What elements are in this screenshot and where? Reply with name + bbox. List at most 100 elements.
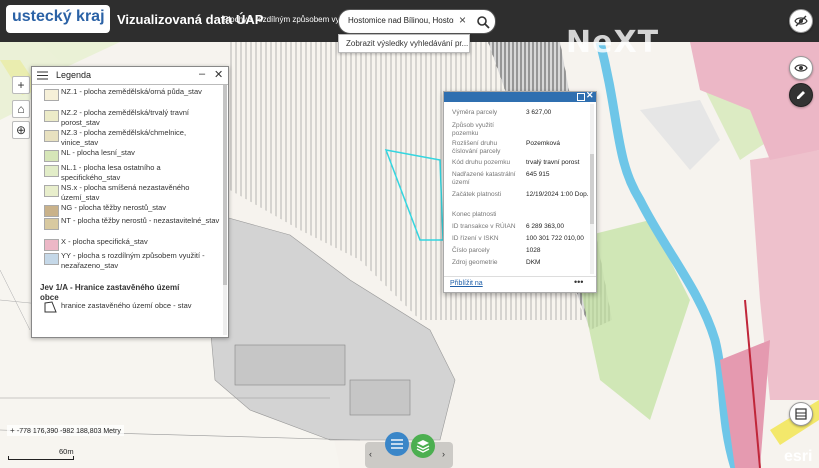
logo[interactable]: ustecký kraj <box>6 5 110 33</box>
layers-toggle-button[interactable] <box>789 56 813 80</box>
esri-logo: esri <box>784 448 813 465</box>
legend-swatch <box>44 253 59 265</box>
popup-key: Způsob využití pozemku <box>452 122 494 137</box>
locate-button[interactable]: ⊕ <box>12 121 30 139</box>
watermark-logo: NeXT <box>566 25 660 60</box>
bottom-toolbar <box>365 442 453 468</box>
scale-label: 60m <box>59 447 74 456</box>
legend-item-label: X - plocha specifická_stav <box>61 237 148 246</box>
popup-value: 3 627,00 <box>526 109 552 116</box>
logo-text: ustecký kraj <box>12 8 105 25</box>
legend-item-label: NG - plocha těžby nerostů_stav <box>61 203 167 212</box>
popup-key: Začátek platnosti <box>452 191 502 198</box>
layer-list-button[interactable] <box>411 434 435 458</box>
eye-icon <box>794 64 808 72</box>
coordinates-text: -778 176,390 -982 188,803 Metry <box>16 428 121 435</box>
visibility-toggle-button[interactable] <box>789 9 813 33</box>
popup-value: 12/19/2024 1:00 Dop. <box>526 191 589 198</box>
legend-swatch <box>44 110 59 122</box>
grid-icon <box>795 408 807 420</box>
legend-item-label: NZ.1 - plocha zemědělská/orná půda_stav <box>61 87 202 96</box>
legend-swatch <box>44 130 59 142</box>
legend-swatch <box>44 150 59 162</box>
legend-item-label: YY - plocha s rozdílným způsobem využití… <box>61 251 205 270</box>
legend-panel: Legenda ‒ ✕ NZ.1 - plocha zemědělská/orn… <box>31 66 229 338</box>
popup-key: Kód druhu pozemku <box>452 159 511 166</box>
popup-key: Konec platnosti <box>452 211 497 218</box>
close-icon[interactable]: ✕ <box>586 90 594 101</box>
legend-item-label: NL.1 - plocha lesa ostatního a specifick… <box>61 163 161 182</box>
feature-popup: ✕ Výměra parcely 3 627,00 Způsob využití… <box>443 90 597 293</box>
popup-value: DKM <box>526 259 541 266</box>
list-icon <box>37 71 48 80</box>
popup-value: 6 289 363,00 <box>526 223 564 230</box>
zoom-in-button[interactable]: + <box>12 76 30 94</box>
chevron-left-icon[interactable]: ‹ <box>369 449 372 459</box>
legend-item-label: NZ.3 - plocha zemědělská/chmelnice, vini… <box>61 128 187 147</box>
minimize-icon[interactable]: ‒ <box>199 68 205 80</box>
app-subtitle: Plochy s rozdílným způsobem využití <box>223 15 355 24</box>
scale-bar <box>8 456 74 460</box>
search-suggestion[interactable]: Zobrazit výsledky vyhledávání pr... <box>338 34 470 53</box>
legend-scrollbar[interactable] <box>223 85 227 335</box>
popup-value: Pozemková <box>526 140 560 147</box>
plus-icon: + <box>17 78 25 92</box>
legend-swatch <box>44 205 59 217</box>
search-input[interactable]: Hostomice nad Bílinou, Hostomice <box>348 16 454 25</box>
legend-header: Legenda ‒ ✕ <box>32 67 228 85</box>
popup-scrollbar[interactable] <box>590 104 594 274</box>
popup-key: Zdroj geometrie <box>452 259 498 266</box>
legend-layer-title-text: Jev 1/A - Hranice zastavěného území obce <box>40 283 180 302</box>
legend-swatch <box>44 185 59 197</box>
eye-off-icon <box>794 15 808 27</box>
popup-header: ✕ <box>444 90 596 102</box>
popup-value: 100 301 722 010,00 <box>526 235 584 242</box>
locate-icon: ⊕ <box>15 123 27 137</box>
legend-swatch <box>44 89 59 101</box>
home-button[interactable]: ⌂ <box>12 100 30 118</box>
legend-item-label: NL - plocha lesní_stav <box>61 148 135 157</box>
pencil-icon <box>797 91 805 99</box>
coordinate-readout: + -778 176,390 -982 188,803 Metry <box>7 425 124 436</box>
popup-key: Nadřazené katastrální území <box>452 171 516 186</box>
legend-swatch <box>44 165 59 177</box>
chevron-right-icon[interactable]: › <box>442 449 445 459</box>
popup-scroll-thumb[interactable] <box>590 154 594 224</box>
expand-coords-icon[interactable]: + <box>10 426 17 435</box>
legend-swatch <box>44 239 59 251</box>
popup-key: ID řízení v ISKN <box>452 235 499 242</box>
popup-value: 1028 <box>526 247 541 254</box>
zoom-to-link[interactable]: Přiblížit na <box>450 280 483 287</box>
layers-icon <box>416 440 430 453</box>
search-box[interactable]: Hostomice nad Bílinou, Hostomice × <box>338 9 496 34</box>
building-2 <box>349 379 411 416</box>
home-icon: ⌂ <box>17 102 25 116</box>
legend-list: NZ.1 - plocha zemědělská/orná půda_stav … <box>32 85 224 335</box>
boundary-swatch <box>44 301 57 313</box>
popup-key: ID transakce v RÚIAN <box>452 223 516 230</box>
popup-value: 645 915 <box>526 171 550 178</box>
legend-title: Legenda <box>56 70 92 80</box>
legend-item-label: NT - plocha těžby nerostů - nezastavitel… <box>61 216 220 225</box>
legend-toggle-button[interactable] <box>385 432 409 456</box>
legend-scroll-thumb[interactable] <box>223 85 227 285</box>
basemap-button[interactable] <box>789 402 813 426</box>
popup-key: Výměra parcely <box>452 109 498 116</box>
search-icon[interactable] <box>475 14 491 30</box>
close-icon[interactable]: ✕ <box>214 68 223 81</box>
legend-item-label: NZ.2 - plocha zemědělská/trvalý travní p… <box>61 108 189 127</box>
popup-footer: Přiblížit na ••• <box>444 276 596 293</box>
popup-value: trvalý travní porost <box>526 159 580 166</box>
list-icon <box>391 439 403 449</box>
legend-swatch <box>44 218 59 230</box>
building-1 <box>234 344 346 386</box>
more-options-icon[interactable]: ••• <box>574 277 583 287</box>
popup-key: Číslo parcely <box>452 247 490 254</box>
clear-icon[interactable]: × <box>459 13 466 27</box>
maximize-icon[interactable] <box>577 93 585 101</box>
popup-key: Rozlišení druhu číslování parcely <box>452 140 501 155</box>
legend-item-label: NS.x - plocha smíšená nezastavěného územ… <box>61 183 190 202</box>
legend-item-label: hranice zastavěného území obce - stav <box>61 301 192 310</box>
search-suggestion-text: Zobrazit výsledky vyhledávání pr... <box>346 39 469 48</box>
edit-button[interactable] <box>789 83 813 107</box>
